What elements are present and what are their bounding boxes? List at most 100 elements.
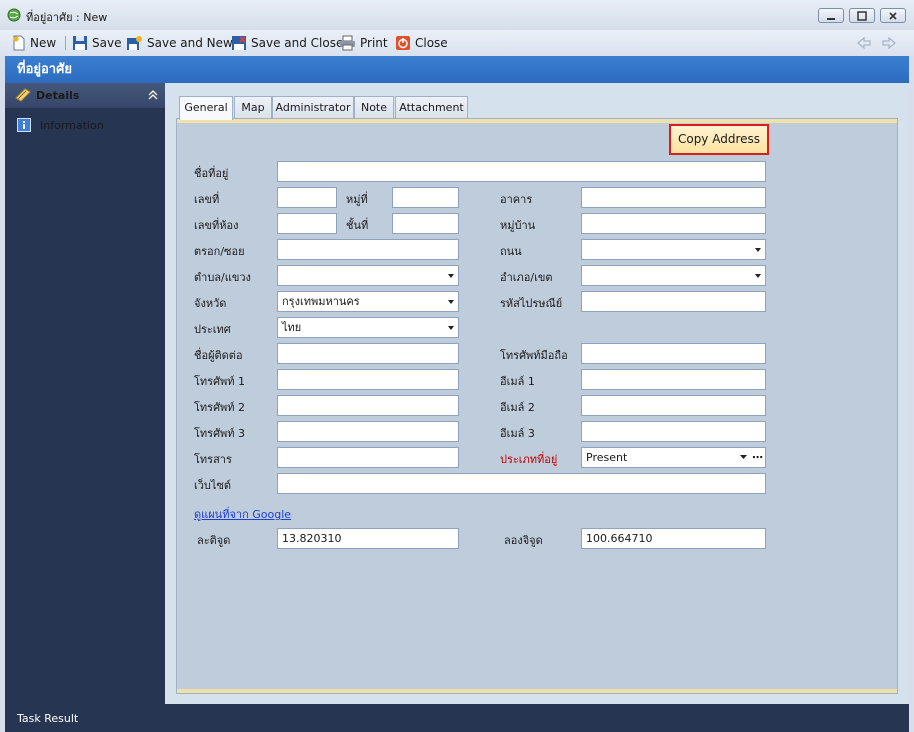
save-icon xyxy=(73,36,87,50)
email2-field[interactable] xyxy=(581,395,766,416)
mobile-label: โทรศัพท์มือถือ xyxy=(500,349,568,362)
postcode-label: รหัสไปรษณีย์ xyxy=(500,297,563,310)
province-select[interactable]: กรุงเทพมหานคร xyxy=(277,291,459,312)
toolbar: New Save Save and New Save and Close Pri… xyxy=(0,30,914,56)
longitude-field[interactable]: 100.664710 xyxy=(581,528,766,549)
details-section-label: Details xyxy=(36,89,80,102)
print-button[interactable]: Print xyxy=(339,33,388,53)
notes-icon xyxy=(15,88,31,102)
email3-field[interactable] xyxy=(581,421,766,442)
email3-label: อีเมล์ 3 xyxy=(500,427,535,440)
window-title: ที่อยู่อาศัย : New xyxy=(26,11,108,24)
task-result-label: Task Result xyxy=(17,712,79,725)
phone3-label: โทรศัพท์ 3 xyxy=(194,427,246,440)
website-label: เว็บไซต์ xyxy=(194,479,232,492)
details-section-header[interactable]: Details xyxy=(5,83,165,108)
info-icon xyxy=(17,118,31,132)
phone3-field[interactable] xyxy=(277,421,459,442)
building-field[interactable] xyxy=(581,187,766,208)
close-button[interactable]: Close xyxy=(395,33,448,53)
phone1-label: โทรศัพท์ 1 xyxy=(194,375,246,388)
contact-name-label: ชื่อผู้ติดต่อ xyxy=(194,349,243,362)
tab-attachment[interactable]: Attachment xyxy=(395,96,468,119)
building-label: อาคาร xyxy=(500,193,533,206)
latitude-field[interactable]: 13.820310 xyxy=(277,528,459,549)
latitude-label: ละติจูด xyxy=(197,534,231,547)
soi-label: ตรอก/ซอย xyxy=(194,245,245,258)
address-type-label: ประเภทที่อยู่ xyxy=(500,453,558,466)
fax-field[interactable] xyxy=(277,447,459,468)
address-name-label: ชื่อที่อยู่ xyxy=(194,167,229,180)
address-type-value: Present xyxy=(586,451,628,464)
maximize-button[interactable] xyxy=(849,8,875,23)
country-label: ประเทศ xyxy=(194,323,231,336)
close-icon xyxy=(889,12,897,20)
page-title: ที่อยู่อาศัย xyxy=(5,56,909,83)
room-no-field[interactable] xyxy=(277,213,337,234)
collapse-chevron-icon[interactable] xyxy=(147,89,159,101)
fax-label: โทรสาร xyxy=(194,453,232,466)
contact-name-field[interactable] xyxy=(277,343,459,364)
power-icon xyxy=(396,36,410,50)
title-bar: ที่อยู่อาศัย : New xyxy=(0,0,914,30)
phone2-field[interactable] xyxy=(277,395,459,416)
road-label: ถนน xyxy=(500,245,522,258)
province-label: จังหวัด xyxy=(194,297,227,310)
soi-field[interactable] xyxy=(277,239,459,260)
moo-label: หมู่ที่ xyxy=(346,193,368,206)
tab-administrator[interactable]: Administrator xyxy=(272,96,354,119)
district-label: อำเภอ/เขต xyxy=(500,271,553,284)
floor-label: ชั้นที่ xyxy=(346,219,369,232)
road-select[interactable] xyxy=(581,239,766,260)
tab-general[interactable]: General xyxy=(179,96,233,120)
minimize-button[interactable] xyxy=(818,8,844,23)
panel-top-border xyxy=(177,119,897,123)
status-bar: Task Result xyxy=(5,704,909,732)
phone1-field[interactable] xyxy=(277,369,459,390)
address-name-field[interactable] xyxy=(277,161,766,182)
save-close-icon xyxy=(232,36,246,50)
email1-label: อีเมล์ 1 xyxy=(500,375,535,388)
google-map-link[interactable]: ดูแผนที่จาก Google xyxy=(194,505,291,523)
save-and-new-button[interactable]: Save and New xyxy=(126,33,233,53)
save-new-icon xyxy=(127,36,142,50)
save-and-close-button[interactable]: Save and Close xyxy=(231,33,343,53)
app-globe-icon xyxy=(7,8,21,22)
moo-field[interactable] xyxy=(392,187,459,208)
address-type-select[interactable]: Present ⋯ xyxy=(581,447,766,468)
subdistrict-label: ตำบล/แขวง xyxy=(194,271,251,284)
house-no-label: เลขที่ xyxy=(194,193,220,206)
back-arrow-icon[interactable] xyxy=(855,35,873,51)
forward-arrow-icon[interactable] xyxy=(880,35,898,51)
new-document-icon xyxy=(13,35,25,51)
village-field[interactable] xyxy=(581,213,766,234)
general-tab-panel: Copy Address ชื่อที่อยู่ เลขที่ หมู่ที่ … xyxy=(176,118,898,694)
email1-field[interactable] xyxy=(581,369,766,390)
email2-label: อีเมล์ 2 xyxy=(500,401,535,414)
postcode-field[interactable] xyxy=(581,291,766,312)
mobile-field[interactable] xyxy=(581,343,766,364)
new-button[interactable]: New xyxy=(12,33,56,53)
tab-map[interactable]: Map xyxy=(234,96,272,119)
subdistrict-select[interactable] xyxy=(277,265,459,286)
tab-note[interactable]: Note xyxy=(354,96,394,119)
village-label: หมู่บ้าน xyxy=(500,219,536,232)
floor-field[interactable] xyxy=(392,213,459,234)
house-no-field[interactable] xyxy=(277,187,337,208)
minimize-icon xyxy=(827,18,835,20)
phone2-label: โทรศัพท์ 2 xyxy=(194,401,246,414)
website-field[interactable] xyxy=(277,473,766,494)
room-no-label: เลขที่ห้อง xyxy=(194,219,239,232)
printer-icon xyxy=(340,35,355,51)
copy-address-button[interactable]: Copy Address xyxy=(669,124,769,155)
sidebar: Details Information xyxy=(5,83,165,704)
district-select[interactable] xyxy=(581,265,766,286)
save-button[interactable]: Save xyxy=(72,33,121,53)
longitude-label: ลองจิจูด xyxy=(504,534,543,547)
dropdown-arrow-icon xyxy=(740,455,747,459)
close-window-button[interactable] xyxy=(880,8,906,23)
ellipsis-icon[interactable]: ⋯ xyxy=(752,448,763,467)
country-select[interactable]: ไทย xyxy=(277,317,459,338)
panel-bottom-border xyxy=(177,689,897,693)
sidebar-item-information[interactable]: Information xyxy=(5,115,165,135)
